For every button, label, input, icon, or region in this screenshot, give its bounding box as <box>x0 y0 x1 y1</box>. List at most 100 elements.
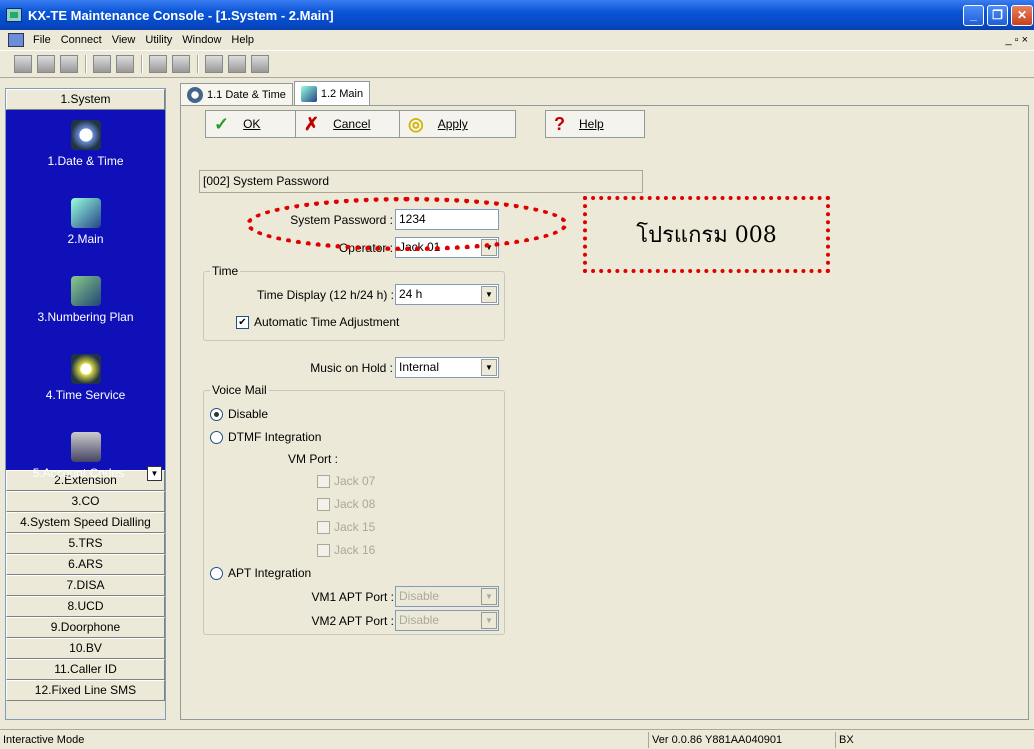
menu-file[interactable]: File <box>28 34 56 46</box>
scroll-down-icon[interactable]: ▼ <box>147 466 162 481</box>
ok-button[interactable]: ✓ OK <box>206 111 296 137</box>
sidebar-header-doorphone[interactable]: 9.Doorphone <box>6 617 165 638</box>
tool-icon[interactable] <box>60 55 78 73</box>
menu-view[interactable]: View <box>107 34 141 46</box>
auto-time-checkbox[interactable]: ✔ <box>236 316 249 329</box>
toolbar-separator <box>141 55 143 73</box>
status-region: BX <box>835 732 854 748</box>
sidebar-item-label: 2.Main <box>67 232 104 246</box>
sidebar-header-trs[interactable]: 5.TRS <box>6 533 165 554</box>
music-on-hold-select[interactable]: Internal ▼ <box>395 357 499 378</box>
sidebar-item-label: 4.Time Service <box>45 388 126 402</box>
menu-connect[interactable]: Connect <box>56 34 107 46</box>
vm1-apt-port-select[interactable]: Disable ▼ <box>395 586 499 607</box>
upload-icon[interactable] <box>93 55 111 73</box>
vm-port-jack08-checkbox[interactable] <box>317 498 330 511</box>
vm-dtmf-radio[interactable] <box>210 431 223 444</box>
sidebar-item-time-service[interactable]: 4.Time Service <box>6 354 165 402</box>
minimize-button[interactable]: _ <box>963 5 984 26</box>
menu-window[interactable]: Window <box>177 34 226 46</box>
time-display-select[interactable]: 24 h ▼ <box>395 284 499 305</box>
toolbar-separator <box>197 55 199 73</box>
key-icon <box>70 198 101 228</box>
timer-icon <box>70 354 101 384</box>
help-icon[interactable] <box>251 55 269 73</box>
sidebar-header-disa[interactable]: 7.DISA <box>6 575 165 596</box>
tab-date-time[interactable]: 1.1 Date & Time <box>180 83 293 105</box>
help-button[interactable]: ? Help <box>545 110 645 138</box>
sidebar-header-ars[interactable]: 6.ARS <box>6 554 165 575</box>
document-icon <box>8 33 24 47</box>
apply-button[interactable]: ◎ Apply <box>400 111 515 137</box>
voice-mail-group-title: Voice Mail <box>210 383 269 397</box>
menu-help[interactable]: Help <box>226 34 259 46</box>
close-button[interactable]: ✕ <box>1011 5 1033 26</box>
monitor-icon[interactable] <box>205 55 223 73</box>
time-group: Time Time Display (12 h/24 h) : 24 h ▼ ✔… <box>203 264 505 341</box>
sidebar-item-label: 1.Date & Time <box>47 154 124 168</box>
vm-apt-radio[interactable] <box>210 567 223 580</box>
sidebar-header-speed-dialling[interactable]: 4.System Speed Dialling <box>6 512 165 533</box>
maximize-button[interactable]: ❐ <box>987 5 1008 26</box>
disconnect-icon[interactable] <box>37 55 55 73</box>
toolbar-separator <box>85 55 87 73</box>
main-area: 1.1 Date & Time 1.2 Main ✓ OK ✗ Cancel ◎… <box>176 81 1029 720</box>
help-label: Help <box>579 117 604 131</box>
ok-label: OK <box>243 117 261 131</box>
tab-main[interactable]: 1.2 Main <box>293 81 371 105</box>
voice-mail-group: Voice Mail Disable DTMF Integration VM P… <box>203 383 505 635</box>
vm-port-jack16-checkbox[interactable] <box>317 544 330 557</box>
cancel-label: Cancel <box>333 117 371 131</box>
time-display-value: 24 h <box>399 287 423 301</box>
vm-apt-label: APT Integration <box>228 566 312 580</box>
chevron-down-icon: ▼ <box>481 359 497 376</box>
music-on-hold-value: Internal <box>399 360 440 374</box>
title-bar[interactable]: KX-TE Maintenance Console - [1.System - … <box>0 0 1034 30</box>
sidebar-header-ucd[interactable]: 8.UCD <box>6 596 165 617</box>
sidebar-header-bv[interactable]: 10.BV <box>6 638 165 659</box>
vm-port-jack07-checkbox[interactable] <box>317 475 330 488</box>
apply-label: Apply <box>437 117 468 131</box>
music-on-hold-label: Music on Hold : <box>310 361 393 375</box>
sidebar-item-numbering-plan[interactable]: 3.Numbering Plan <box>6 276 165 324</box>
sidebar-header-fixed-line-sms[interactable]: 12.Fixed Line SMS <box>6 680 165 701</box>
vm-port-jack07-label: Jack 07 <box>334 474 376 488</box>
mdi-controls[interactable]: _ ▫ × <box>1000 34 1034 46</box>
connect-icon[interactable] <box>14 55 32 73</box>
cancel-button[interactable]: ✗ Cancel <box>296 111 400 137</box>
help-icon: ? <box>554 113 565 134</box>
menu-utility[interactable]: Utility <box>140 34 177 46</box>
vm-port-jack08-label: Jack 08 <box>334 497 376 511</box>
vm-port-jack15-checkbox[interactable] <box>317 521 330 534</box>
sidebar-system-items: 1.Date & Time 2.Main 3.Numbering Plan 4.… <box>6 110 165 481</box>
clock-icon <box>70 120 101 150</box>
window-title: KX-TE Maintenance Console - [1.System - … <box>28 7 334 23</box>
phone-icon[interactable] <box>228 55 246 73</box>
sidebar-item-main[interactable]: 2.Main <box>6 198 165 246</box>
sidebar-header-co[interactable]: 3.CO <box>6 491 165 512</box>
vm-disable-label: Disable <box>228 407 269 421</box>
vm2-apt-port-select[interactable]: Disable ▼ <box>395 610 499 631</box>
annotation-text: โปรแกรม 008 <box>636 223 777 248</box>
sidebar-header-system[interactable]: 1.System <box>6 89 165 110</box>
status-version: Ver 0.0.86 Y881AA040901 <box>648 732 818 748</box>
key-icon <box>300 85 317 102</box>
download-icon[interactable] <box>116 55 134 73</box>
section-title: [002] System Password <box>199 170 643 193</box>
open-icon[interactable] <box>172 55 190 73</box>
time-group-title: Time <box>210 264 241 278</box>
vm-dtmf-label: DTMF Integration <box>228 430 322 444</box>
save-icon[interactable] <box>149 55 167 73</box>
time-display-label: Time Display (12 h/24 h) : <box>257 288 394 302</box>
chevron-down-icon: ▼ <box>481 588 497 605</box>
checkmark-icon: ✓ <box>214 113 230 134</box>
sidebar-item-date-time[interactable]: 1.Date & Time <box>6 120 165 168</box>
sidebar-header-caller-id[interactable]: 11.Caller ID <box>6 659 165 680</box>
vm2-apt-port-label: VM2 APT Port : <box>311 614 394 628</box>
numbering-icon <box>70 276 101 306</box>
sidebar: 1.System 1.Date & Time 2.Main 3.Numberin… <box>5 88 166 720</box>
menu-bar: File Connect View Utility Window Help _ … <box>0 30 1034 50</box>
vm-disable-radio[interactable] <box>210 408 223 421</box>
tab-label: 1.2 Main <box>320 87 364 100</box>
sidebar-item-account-codes[interactable]: 5.Account Codes ▼ <box>6 432 165 481</box>
